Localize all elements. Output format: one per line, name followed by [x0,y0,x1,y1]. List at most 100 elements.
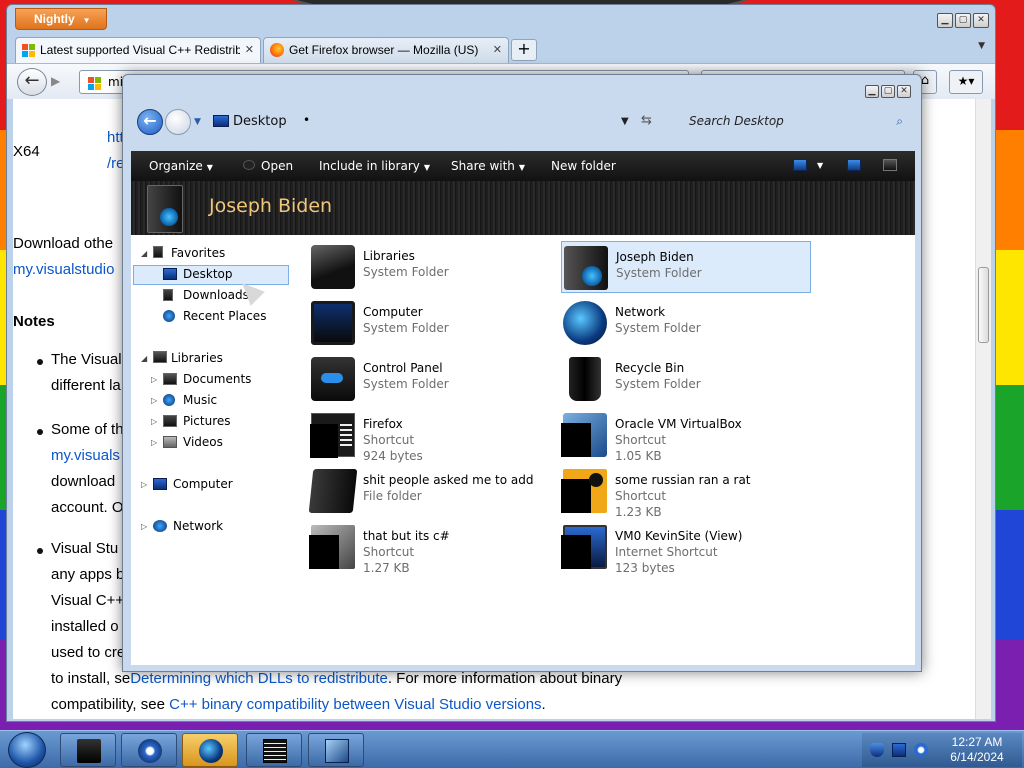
my-visualstudio-link-2[interactable]: my.visuals [51,447,120,464]
expand-arrow-icon[interactable]: ▷ [141,522,147,531]
nav-recent-places[interactable]: Recent Places [183,309,266,323]
file-item[interactable]: some russian ran a rat Shortcut 1.23 KB [561,465,811,519]
dll-redistribute-link[interactable]: Determining which DLLs to redistribute [130,670,388,687]
recent-pages-icon[interactable]: ▼ [194,117,201,127]
nav-desktop[interactable]: Desktop [183,267,233,281]
bookmarks-button[interactable]: ★▾ [949,70,983,94]
folder-icon [77,739,101,763]
shield-icon[interactable] [870,743,884,757]
expand-arrow-icon[interactable]: ▷ [151,438,157,447]
taskbar-virtualbox-button[interactable] [308,733,364,767]
close-button[interactable]: ✕ [897,85,911,98]
expand-arrow-icon[interactable]: ▷ [151,375,157,384]
volume-icon[interactable] [914,743,928,757]
expand-arrow-icon[interactable]: ▷ [151,396,157,405]
nav-music[interactable]: Music [183,393,217,407]
address-history-dropdown-icon[interactable]: ▼ [621,116,629,127]
site-identity-icon [88,77,101,90]
file-item[interactable]: Libraries System Folder [309,241,559,293]
forward-button[interactable] [165,109,191,135]
nightly-menu-button[interactable]: Nightly ▼ [15,8,107,30]
start-button[interactable] [8,732,46,768]
maximize-button[interactable]: ▢ [881,85,895,98]
taskbar-firefox-button[interactable] [182,733,238,767]
tab-list-dropdown-icon[interactable]: ▼ [978,41,985,51]
file-item[interactable]: Firefox Shortcut 924 bytes [309,409,559,463]
file-name: Control Panel [363,361,443,375]
network-icon [563,301,607,345]
file-item[interactable]: Control Panel System Folder [309,353,559,405]
file-type: File folder [363,489,422,503]
close-button[interactable]: ✕ [973,13,989,28]
tab-close-icon[interactable]: ✕ [493,43,502,56]
tab-close-icon[interactable]: ✕ [245,43,254,56]
file-size: 924 bytes [363,449,423,463]
minimize-button[interactable]: ▁ [937,13,953,28]
file-item[interactable]: that but its c# Shortcut 1.27 KB [309,521,559,575]
page-scrollbar[interactable] [975,99,991,719]
network-status-icon[interactable] [892,743,906,757]
expand-arrow-icon[interactable]: ▷ [151,417,157,426]
new-tab-button[interactable]: + [511,39,537,61]
internet-shortcut-icon [561,525,607,569]
nav-computer[interactable]: Computer [173,477,233,491]
taskbar-explorer-button[interactable] [60,733,116,767]
preview-pane-icon[interactable] [847,159,861,171]
search-icon[interactable]: ⌕ [896,114,903,129]
include-in-library-button[interactable]: Include in library ▼ [319,159,430,173]
nav-videos[interactable]: Videos [183,435,223,449]
console-icon [263,739,287,763]
downloads-icon [163,289,173,301]
tab-get-firefox[interactable]: Get Firefox browser — Mozilla (US) ✕ [263,37,509,63]
taskbar-media-player-button[interactable] [121,733,177,767]
back-button[interactable]: ← [17,68,47,96]
search-input[interactable]: Search Desktop ⌕ [681,111,907,133]
libraries-icon [311,245,355,289]
address-location[interactable]: Desktop [233,114,287,129]
new-folder-button[interactable]: New folder [551,159,616,173]
tab-strip: Latest supported Visual C++ Redistrib...… [15,35,537,63]
firefox-titlebar: Nightly ▼ ▁ ▢ ✕ [7,5,995,35]
nav-favorites[interactable]: Favorites [171,246,225,260]
file-item[interactable]: VM0 KevinSite (View) Internet Shortcut 1… [561,521,811,575]
back-button[interactable]: ← [137,109,163,135]
bullet-dot [37,359,43,365]
nav-documents[interactable]: Documents [183,372,251,386]
nav-libraries[interactable]: Libraries [171,351,223,365]
recent-places-icon [163,310,175,322]
file-item[interactable]: Recycle Bin System Folder [561,353,811,405]
pictures-icon [163,415,177,427]
my-visualstudio-link[interactable]: my.visualstudio [13,261,114,278]
organize-label: Organize [149,159,203,173]
share-label: Share with [451,159,515,173]
help-icon[interactable] [883,159,897,171]
minimize-button[interactable]: ▁ [865,85,879,98]
file-item[interactable]: Oracle VM VirtualBox Shortcut 1.05 KB [561,409,811,463]
open-button[interactable]: Open [243,159,293,173]
scrollbar-thumb[interactable] [978,267,989,343]
file-item[interactable]: Computer System Folder [309,297,559,349]
file-item-selected[interactable]: Joseph Biden System Folder [561,241,811,293]
videos-icon [163,436,177,448]
share-with-button[interactable]: Share with ▼ [451,159,525,173]
change-view-icon[interactable] [793,159,807,171]
address-separator[interactable]: • [303,113,310,127]
bullet3-text: installed o [51,618,119,635]
view-options-dropdown-icon[interactable]: ▼ [817,161,823,170]
firefox-globe-icon [199,739,223,763]
forward-button[interactable]: ▶ [51,74,60,88]
tab-visual-cpp[interactable]: Latest supported Visual C++ Redistrib...… [15,37,261,63]
file-item[interactable]: shit people asked me to add File folder [308,465,559,517]
expand-arrow-icon[interactable]: ▷ [141,480,147,489]
binary-compatibility-link[interactable]: C++ binary compatibility between Visual … [169,696,541,713]
file-item[interactable]: Network System Folder [561,297,811,349]
nav-network[interactable]: Network [173,519,223,533]
maximize-button[interactable]: ▢ [955,13,971,28]
nav-pictures[interactable]: Pictures [183,414,231,428]
collapse-arrow-icon[interactable]: ◢ [141,249,147,258]
collapse-arrow-icon[interactable]: ◢ [141,354,147,363]
organize-button[interactable]: Organize ▼ [149,159,213,173]
taskbar-console-button[interactable] [246,733,302,767]
refresh-icon[interactable]: ⇆ [641,113,652,128]
clock[interactable]: 12:27 AM 6/14/2024 [932,735,1022,765]
